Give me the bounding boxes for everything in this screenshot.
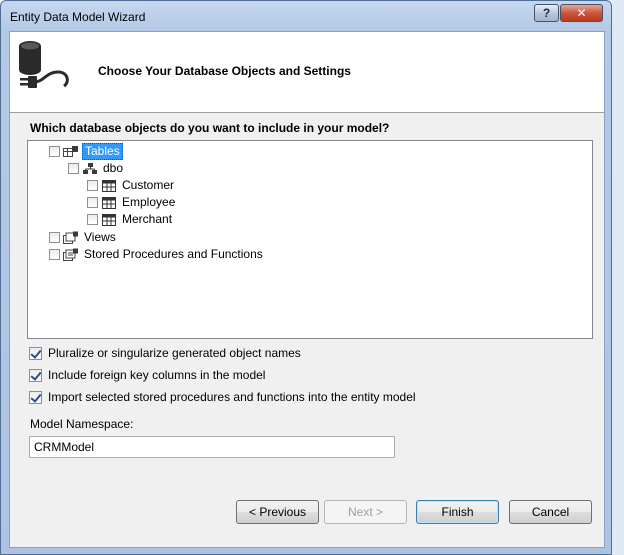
stored-procedures-checkbox[interactable]	[49, 249, 60, 260]
close-button[interactable]: ✕	[560, 4, 603, 22]
previous-button[interactable]: < Previous	[236, 500, 319, 524]
customer-label[interactable]: Customer	[120, 178, 176, 193]
customer-checkbox[interactable]	[87, 180, 98, 191]
dbo-checkbox[interactable]	[68, 163, 79, 174]
wizard-header: Choose Your Database Objects and Setting…	[10, 32, 604, 113]
database-plug-icon	[19, 41, 69, 88]
tree-node-employee[interactable]: Employee	[87, 194, 177, 211]
views-folder-icon	[63, 231, 78, 244]
tree-node-stored-procedures[interactable]: Stored Procedures and Functions	[49, 246, 265, 263]
import-procs-option[interactable]: Import selected stored procedures and fu…	[29, 389, 416, 405]
pluralize-label[interactable]: Pluralize or singularize generated objec…	[48, 346, 301, 360]
table-icon	[102, 179, 116, 192]
table-icon	[102, 213, 116, 226]
cancel-button[interactable]: Cancel	[509, 500, 592, 524]
title-bar[interactable]: Entity Data Model Wizard ? ✕	[1, 1, 611, 31]
model-namespace-input[interactable]	[29, 436, 395, 458]
employee-label[interactable]: Employee	[120, 195, 177, 210]
merchant-checkbox[interactable]	[87, 214, 98, 225]
database-objects-tree[interactable]: Tables dbo Customer Employee Merchant Vi…	[27, 140, 593, 339]
tables-folder-icon	[63, 145, 78, 157]
table-icon	[102, 196, 116, 209]
tree-node-dbo[interactable]: dbo	[68, 160, 125, 177]
schema-icon	[83, 162, 97, 174]
views-checkbox[interactable]	[49, 232, 60, 243]
tree-node-views[interactable]: Views	[49, 229, 118, 246]
dbo-label[interactable]: dbo	[101, 161, 125, 176]
tables-label[interactable]: Tables	[82, 143, 123, 160]
foreign-keys-label[interactable]: Include foreign key columns in the model	[48, 368, 265, 382]
pluralize-checkbox[interactable]	[29, 346, 42, 360]
tree-node-tables[interactable]: Tables	[49, 143, 123, 160]
import-procs-checkbox[interactable]	[29, 390, 42, 404]
employee-checkbox[interactable]	[87, 197, 98, 208]
window-title: Entity Data Model Wizard	[10, 10, 146, 24]
tree-node-merchant[interactable]: Merchant	[87, 211, 174, 228]
views-label[interactable]: Views	[82, 230, 118, 245]
import-procs-label[interactable]: Import selected stored procedures and fu…	[48, 390, 416, 404]
background-window-edge	[612, 0, 624, 555]
stored-procedures-label[interactable]: Stored Procedures and Functions	[82, 247, 265, 262]
wizard-window: Entity Data Model Wizard ? ✕ Choose Your…	[0, 0, 612, 555]
tables-checkbox[interactable]	[49, 146, 60, 157]
page-title: Choose Your Database Objects and Setting…	[98, 64, 351, 78]
wizard-client-area: Choose Your Database Objects and Setting…	[9, 31, 605, 548]
foreign-keys-option[interactable]: Include foreign key columns in the model	[29, 367, 265, 383]
procs-folder-icon	[63, 248, 78, 261]
merchant-label[interactable]: Merchant	[120, 212, 174, 227]
model-namespace-label: Model Namespace:	[30, 417, 134, 431]
pluralize-option[interactable]: Pluralize or singularize generated objec…	[29, 345, 301, 361]
help-button[interactable]: ?	[534, 4, 559, 22]
tree-node-customer[interactable]: Customer	[87, 177, 176, 194]
objects-question-label: Which database objects do you want to in…	[30, 121, 390, 135]
foreign-keys-checkbox[interactable]	[29, 368, 42, 382]
next-button[interactable]: Next >	[324, 500, 407, 524]
finish-button[interactable]: Finish	[416, 500, 499, 524]
